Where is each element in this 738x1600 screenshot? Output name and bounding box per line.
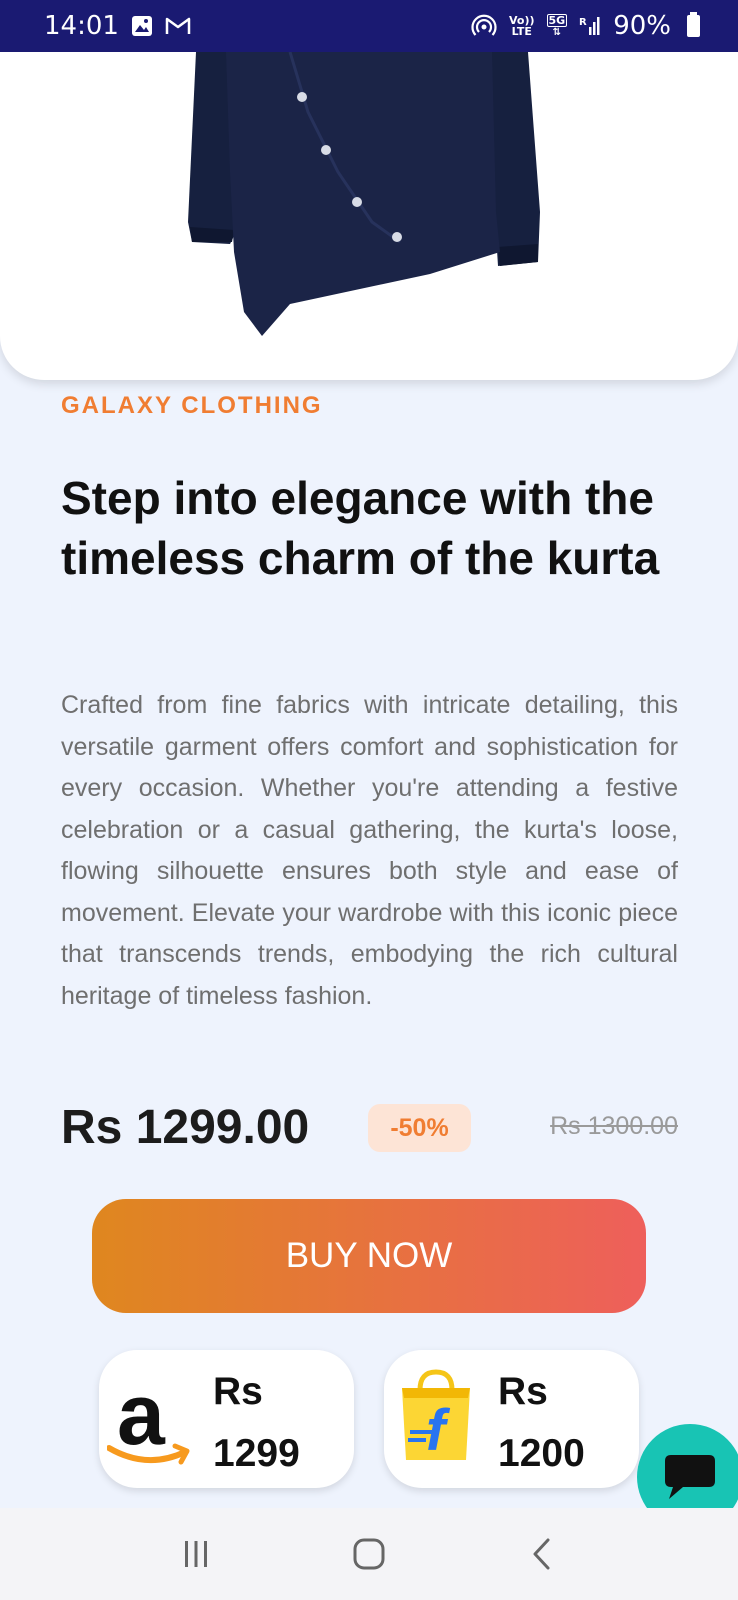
amazon-currency: Rs bbox=[213, 1370, 263, 1413]
current-price: Rs 1299.00 bbox=[61, 1101, 310, 1154]
flipkart-currency: Rs bbox=[498, 1370, 548, 1413]
discount-badge: -50% bbox=[368, 1104, 471, 1152]
gallery-notification-icon bbox=[131, 15, 153, 37]
chat-bubble-icon bbox=[665, 1455, 715, 1499]
network-type-icon: 5G ⇅ bbox=[546, 14, 568, 38]
buy-now-button[interactable]: BUY NOW bbox=[92, 1199, 646, 1313]
product-description: Crafted from fine fabrics with intricate… bbox=[61, 691, 678, 1010]
product-image-card bbox=[0, 52, 738, 380]
original-price: Rs 1300.00 bbox=[550, 1112, 678, 1140]
price-row: Rs 1299.00 -50% Rs 1300.00 bbox=[61, 1098, 678, 1158]
gmail-notification-icon bbox=[165, 16, 191, 36]
network-type-label: 5G bbox=[546, 14, 568, 27]
amazon-store-card[interactable]: a Rs 1299 bbox=[99, 1350, 354, 1488]
flipkart-price: 1200 bbox=[498, 1432, 585, 1475]
home-button[interactable] bbox=[339, 1524, 399, 1584]
amazon-logo-icon: a bbox=[106, 1367, 197, 1477]
battery-icon bbox=[687, 12, 700, 37]
battery-percent: 90% bbox=[613, 11, 671, 41]
flipkart-store-card[interactable]: f Rs 1200 bbox=[384, 1350, 639, 1488]
back-icon bbox=[533, 1538, 550, 1570]
flipkart-logo-icon: f bbox=[396, 1368, 476, 1469]
signal-icon: R bbox=[579, 15, 601, 37]
system-nav-bar bbox=[0, 1508, 738, 1600]
volte-line2: LTE bbox=[511, 25, 532, 38]
product-image bbox=[188, 52, 540, 336]
back-button[interactable] bbox=[512, 1524, 572, 1584]
hotspot-icon bbox=[471, 13, 497, 39]
status-time: 14:01 bbox=[44, 11, 119, 41]
status-right: Vo)) LTE 5G ⇅ R 90% bbox=[471, 11, 700, 41]
recents-button[interactable] bbox=[166, 1524, 226, 1584]
amazon-price: 1299 bbox=[213, 1432, 300, 1475]
recents-icon bbox=[185, 1541, 208, 1567]
home-icon bbox=[353, 1538, 385, 1570]
status-bar: 14:01 Vo)) LTE 5G ⇅ R 90% bbox=[0, 0, 738, 52]
svg-text:a: a bbox=[117, 1372, 166, 1463]
data-arrows-icon: ⇅ bbox=[552, 27, 562, 38]
brand-label: GALAXY CLOTHING bbox=[61, 392, 323, 419]
volte-icon: Vo)) LTE bbox=[509, 15, 535, 37]
product-title: Step into elegance with the timeless cha… bbox=[61, 472, 660, 584]
status-left: 14:01 bbox=[44, 11, 191, 41]
svg-text:R: R bbox=[579, 17, 587, 28]
